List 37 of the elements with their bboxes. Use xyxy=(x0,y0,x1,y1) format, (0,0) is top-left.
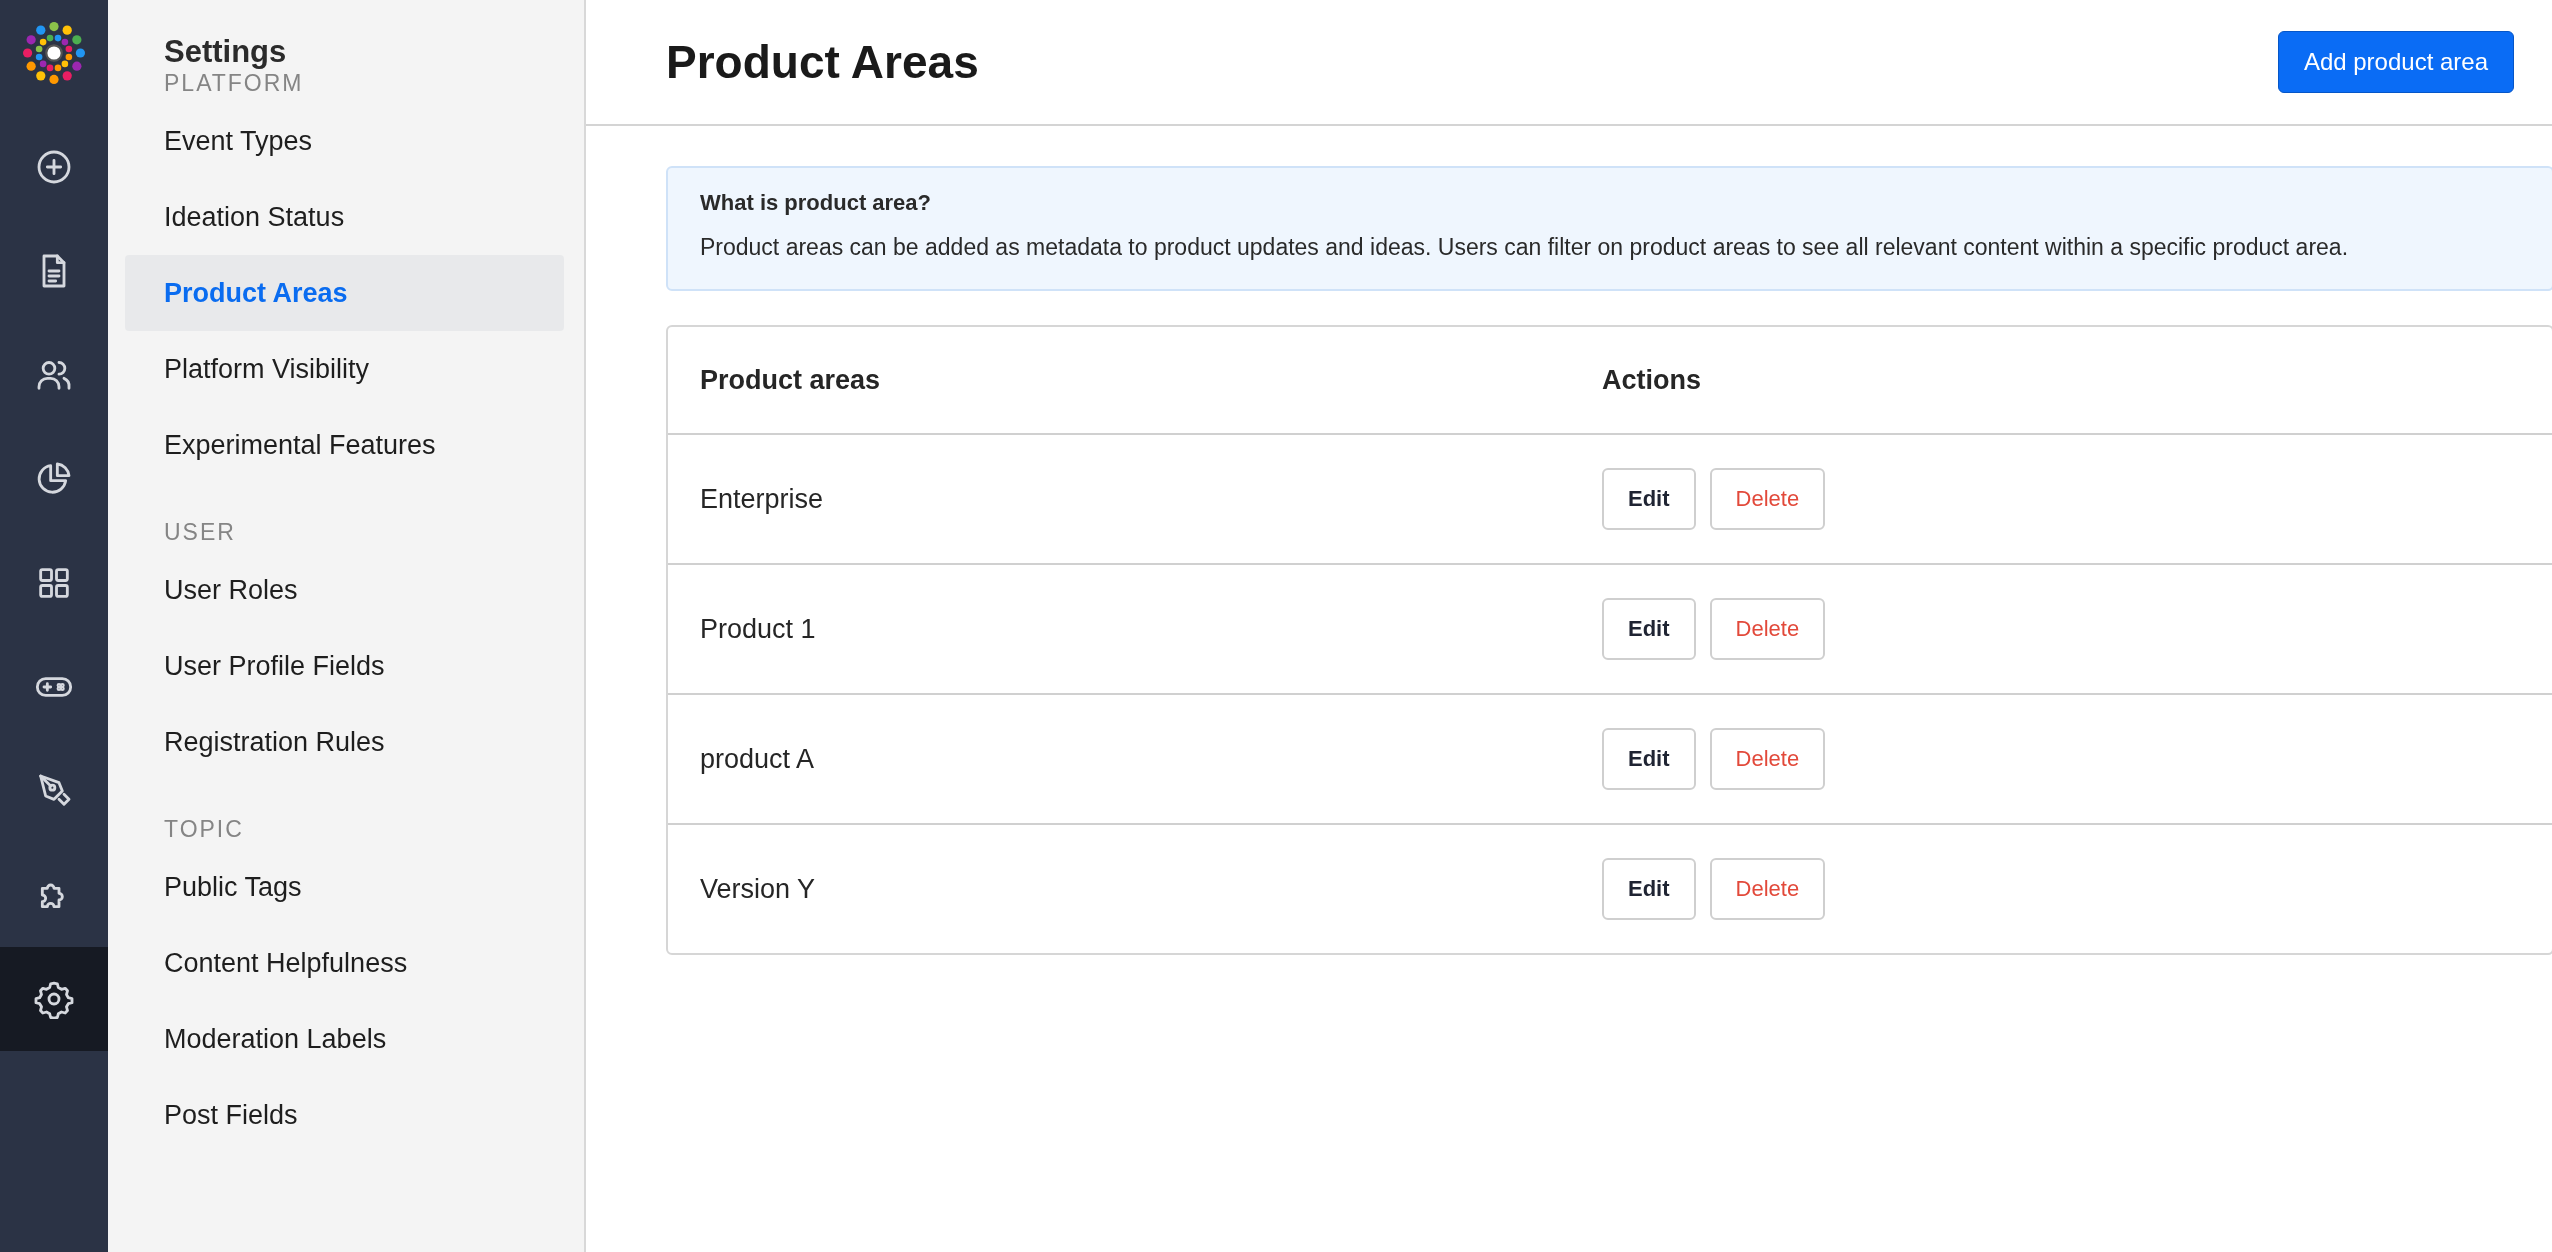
delete-button[interactable]: Delete xyxy=(1709,468,1826,530)
sidebar-item[interactable]: Post Fields xyxy=(125,1077,564,1153)
settings-icon xyxy=(34,979,74,1019)
section-heading: USER xyxy=(163,519,237,546)
table-cell-text: product A xyxy=(699,743,816,775)
delete-button[interactable]: Delete xyxy=(1709,728,1826,790)
sidebar-item[interactable]: Registration Rules xyxy=(125,704,564,780)
sidebar-item[interactable]: Ideation Status xyxy=(125,179,564,255)
edit-button[interactable]: Edit xyxy=(1602,728,1696,790)
sidebar-item[interactable]: Platform Visibility xyxy=(125,331,564,407)
add-product-area-button[interactable]: Add product area xyxy=(2277,31,2514,93)
sidebar-title: Settings xyxy=(163,34,288,70)
delete-button[interactable]: Delete xyxy=(1709,598,1826,660)
page-title: Product Areas xyxy=(666,35,979,89)
sidebar-item[interactable]: Content Helpfulness xyxy=(125,925,564,1001)
sidebar-item[interactable]: User Roles xyxy=(125,552,564,628)
sidebar-item[interactable]: Product Areas xyxy=(125,255,564,331)
delete-button[interactable]: Delete xyxy=(1709,858,1826,920)
sidebar-item[interactable]: Moderation Labels xyxy=(125,1001,564,1077)
table-cell-text: Product 1 xyxy=(699,613,817,645)
column-header: Actions xyxy=(1601,364,1701,396)
table-cell-text: Version Y xyxy=(699,873,817,905)
info-title: What is product area? xyxy=(700,190,933,216)
sidebar-item[interactable]: Public Tags xyxy=(125,849,564,925)
logo-icon xyxy=(21,20,87,86)
table-cell-text: Enterprise xyxy=(699,483,825,515)
info-text: Product areas can be added as metadata to product updates and ideas. Users can filter on product areas to see all relevant content within a specific product area. xyxy=(700,233,2350,262)
rail-button[interactable] xyxy=(0,947,108,1051)
edit-button[interactable]: Edit xyxy=(1602,858,1696,920)
edit-button[interactable]: Edit xyxy=(1602,468,1696,530)
edit-button[interactable]: Edit xyxy=(1602,598,1696,660)
sidebar-item[interactable]: Event Types xyxy=(125,103,564,179)
section-heading: PLATFORM xyxy=(163,70,305,97)
column-header: Product areas xyxy=(699,364,882,396)
sidebar-item[interactable]: User Profile Fields xyxy=(125,628,564,704)
section-heading: TOPIC xyxy=(163,816,245,843)
sidebar-item[interactable]: Experimental Features xyxy=(125,407,564,483)
